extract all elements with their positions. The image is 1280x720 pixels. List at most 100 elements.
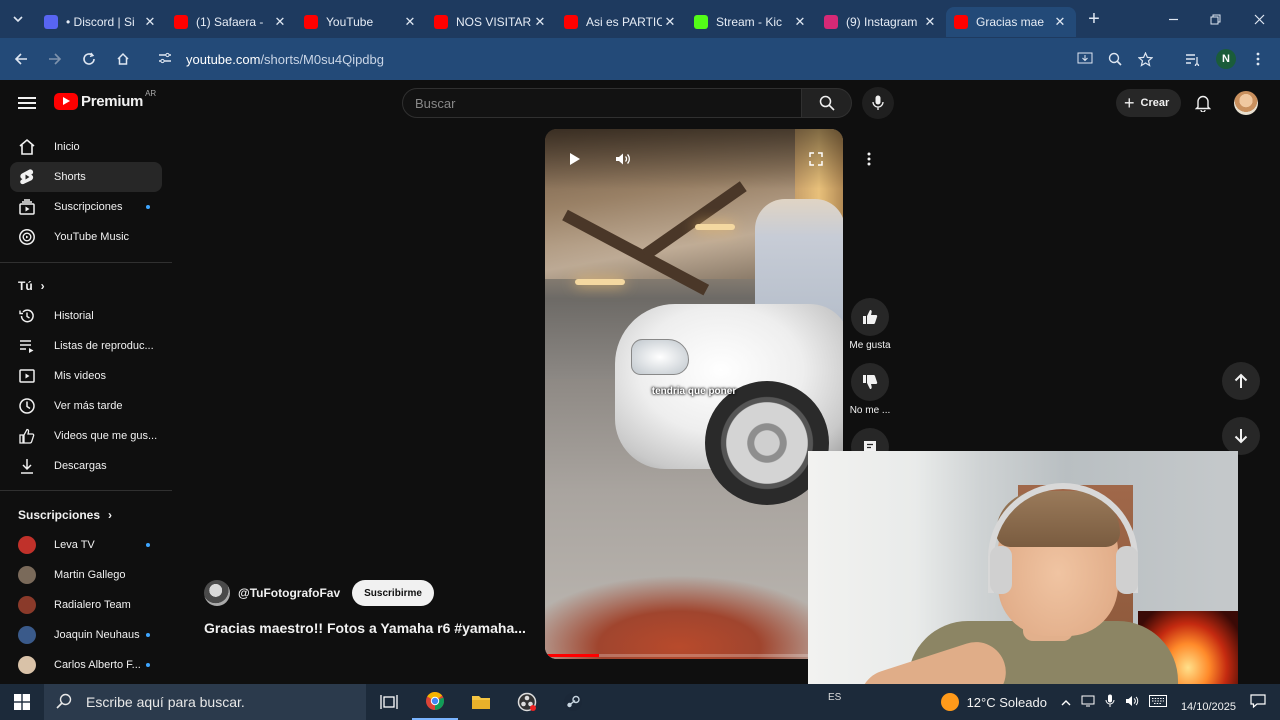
start-button[interactable]	[0, 684, 44, 720]
forward-button[interactable]	[38, 42, 72, 76]
fullscreen-button[interactable]	[801, 144, 831, 174]
play-button[interactable]	[560, 144, 590, 174]
subscriptions-section-header[interactable]: Suscripciones ›	[18, 508, 112, 522]
webcam-headset-cup	[1116, 546, 1138, 594]
volume-button[interactable]	[608, 144, 638, 174]
close-tab-icon[interactable]: ✕	[272, 14, 288, 30]
chevron-up-icon[interactable]	[1061, 695, 1071, 710]
more-actions-button[interactable]	[854, 144, 884, 174]
close-tab-icon[interactable]: ✕	[662, 14, 678, 30]
close-tab-icon[interactable]: ✕	[142, 14, 158, 30]
browser-tab[interactable]: Asi es PARTIC ✕	[556, 7, 686, 37]
previous-short-button[interactable]	[1222, 362, 1260, 400]
search-input[interactable]	[415, 95, 801, 111]
browser-tab[interactable]: YouTube ✕	[296, 7, 426, 37]
home-button[interactable]	[106, 42, 140, 76]
browser-tab[interactable]: Gracias mae ✕	[946, 7, 1076, 37]
tab-favicon-icon	[434, 15, 448, 29]
browser-tab[interactable]: (9) Instagram ✕	[816, 7, 946, 37]
file-explorer-taskbar-app[interactable]	[458, 684, 504, 720]
my-videos-icon	[18, 367, 36, 385]
account-avatar[interactable]	[1234, 91, 1258, 115]
steam-taskbar-app[interactable]	[550, 684, 596, 720]
sidebar-subscription-item[interactable]: Leva TV	[10, 530, 162, 560]
reload-button[interactable]	[72, 42, 106, 76]
obs-taskbar-app[interactable]	[504, 684, 550, 720]
sidebar-item-liked[interactable]: Videos que me gus...	[10, 421, 162, 451]
browser-tab[interactable]: (1) Safaera - ✕	[166, 7, 296, 37]
clock-date: 14/10/2025	[1180, 700, 1236, 713]
notifications-center-icon[interactable]	[1250, 693, 1266, 711]
browser-tab[interactable]: • Discord | Si ✕	[36, 7, 166, 37]
guide-menu-button[interactable]	[16, 92, 38, 114]
sidebar-subscription-item[interactable]: Carlos Alberto F...	[10, 650, 162, 680]
short-title[interactable]: Gracias maestro!! Fotos a Yamaha r6 #yam…	[204, 620, 544, 636]
notifications-button[interactable]	[1192, 92, 1214, 114]
search-button[interactable]	[802, 88, 852, 118]
browser-tab[interactable]: NOS VISITAR ✕	[426, 7, 556, 37]
chrome-taskbar-app[interactable]	[412, 684, 458, 720]
sidebar-subscription-item[interactable]: Martin Gallego	[10, 560, 162, 590]
address-bar[interactable]: youtube.com/shorts/M0su4Qipdbg	[146, 42, 1206, 76]
sidebar-item-downloads[interactable]: Descargas	[10, 451, 162, 481]
channel-name[interactable]: @TuFotografoFav	[238, 586, 340, 600]
microphone-icon[interactable]	[1105, 694, 1115, 711]
dislike-button[interactable]: No me ...	[846, 363, 894, 416]
zoom-button[interactable]	[1102, 46, 1128, 72]
search-field[interactable]	[402, 88, 802, 118]
close-tab-icon[interactable]: ✕	[402, 14, 418, 30]
browser-profile-avatar[interactable]: N	[1216, 49, 1236, 69]
sidebar-item-youtube-music[interactable]: YouTube Music	[10, 222, 162, 252]
taskbar-clock[interactable]: 14/10/2025	[1181, 691, 1236, 714]
youtube-premium-logo[interactable]: Premium AR	[54, 89, 156, 110]
sidebar-item-suscripciones[interactable]: Suscripciones	[10, 192, 162, 222]
keyboard-icon[interactable]	[1148, 694, 1167, 710]
sidebar-subscription-item[interactable]: Joaquin Neuhaus	[10, 620, 162, 650]
weather-text[interactable]: 12°C Soleado	[967, 695, 1047, 710]
sidebar-item-label: Videos que me gus...	[54, 430, 158, 442]
keyboard-language[interactable]: ES	[828, 692, 841, 703]
site-info-icon[interactable]	[158, 52, 178, 67]
system-tray: 12°C Soleado 14/10/2025	[940, 684, 1280, 720]
minimize-button[interactable]	[1152, 0, 1194, 38]
task-view-button[interactable]	[366, 684, 412, 720]
sidebar-item-playlists[interactable]: Listas de reproduc...	[10, 331, 162, 361]
create-button[interactable]: + Crear	[1116, 89, 1182, 117]
sidebar-item-inicio[interactable]: Inicio	[10, 132, 162, 162]
bookmark-button[interactable]	[1132, 46, 1158, 72]
reading-list-button[interactable]	[1179, 46, 1205, 72]
sidebar-item-shorts[interactable]: Shorts	[10, 162, 162, 192]
sidebar-item-watch-later[interactable]: Ver más tarde	[10, 391, 162, 421]
voice-search-button[interactable]	[862, 87, 894, 119]
subscribe-button[interactable]: Suscribirme	[352, 580, 434, 606]
browser-tab-strip: • Discord | Si ✕ (1) Safaera - ✕ YouTube ✕ NOS…	[0, 0, 1280, 38]
taskbar-search[interactable]: Escribe aquí para buscar.	[44, 684, 366, 720]
browser-menu-button[interactable]	[1245, 46, 1271, 72]
you-section-header[interactable]: Tú ›	[18, 279, 45, 293]
short-video-player[interactable]: tendria que poner	[545, 129, 843, 659]
network-icon[interactable]	[1081, 695, 1095, 710]
close-window-button[interactable]	[1238, 0, 1280, 38]
channel-avatar[interactable]	[204, 580, 230, 606]
new-tab-button[interactable]: +	[1076, 8, 1112, 31]
sidebar-subscription-item[interactable]: Radialero Team	[10, 590, 162, 620]
tab-search-button[interactable]	[0, 0, 36, 38]
close-tab-icon[interactable]: ✕	[1052, 14, 1068, 30]
speaker-icon[interactable]	[1125, 695, 1139, 710]
arrow-down-icon	[1234, 429, 1248, 444]
sidebar-item-history[interactable]: Historial	[10, 301, 162, 331]
like-button[interactable]: Me gusta	[846, 298, 894, 351]
subscription-channel-name: Martin Gallego	[54, 569, 126, 581]
close-tab-icon[interactable]: ✕	[792, 14, 808, 30]
close-tab-icon[interactable]: ✕	[922, 14, 938, 30]
video-progress-bar[interactable]	[545, 654, 843, 657]
sidebar-item-my-videos[interactable]: Mis videos	[10, 361, 162, 391]
streamer-webcam-overlay	[808, 451, 1238, 692]
playlists-icon	[18, 337, 36, 355]
back-button[interactable]	[4, 42, 38, 76]
restore-button[interactable]	[1194, 0, 1236, 38]
browser-tab[interactable]: Stream - Kic ✕	[686, 7, 816, 37]
next-short-button[interactable]	[1222, 417, 1260, 455]
close-tab-icon[interactable]: ✕	[532, 14, 548, 30]
install-app-button[interactable]	[1072, 46, 1098, 72]
